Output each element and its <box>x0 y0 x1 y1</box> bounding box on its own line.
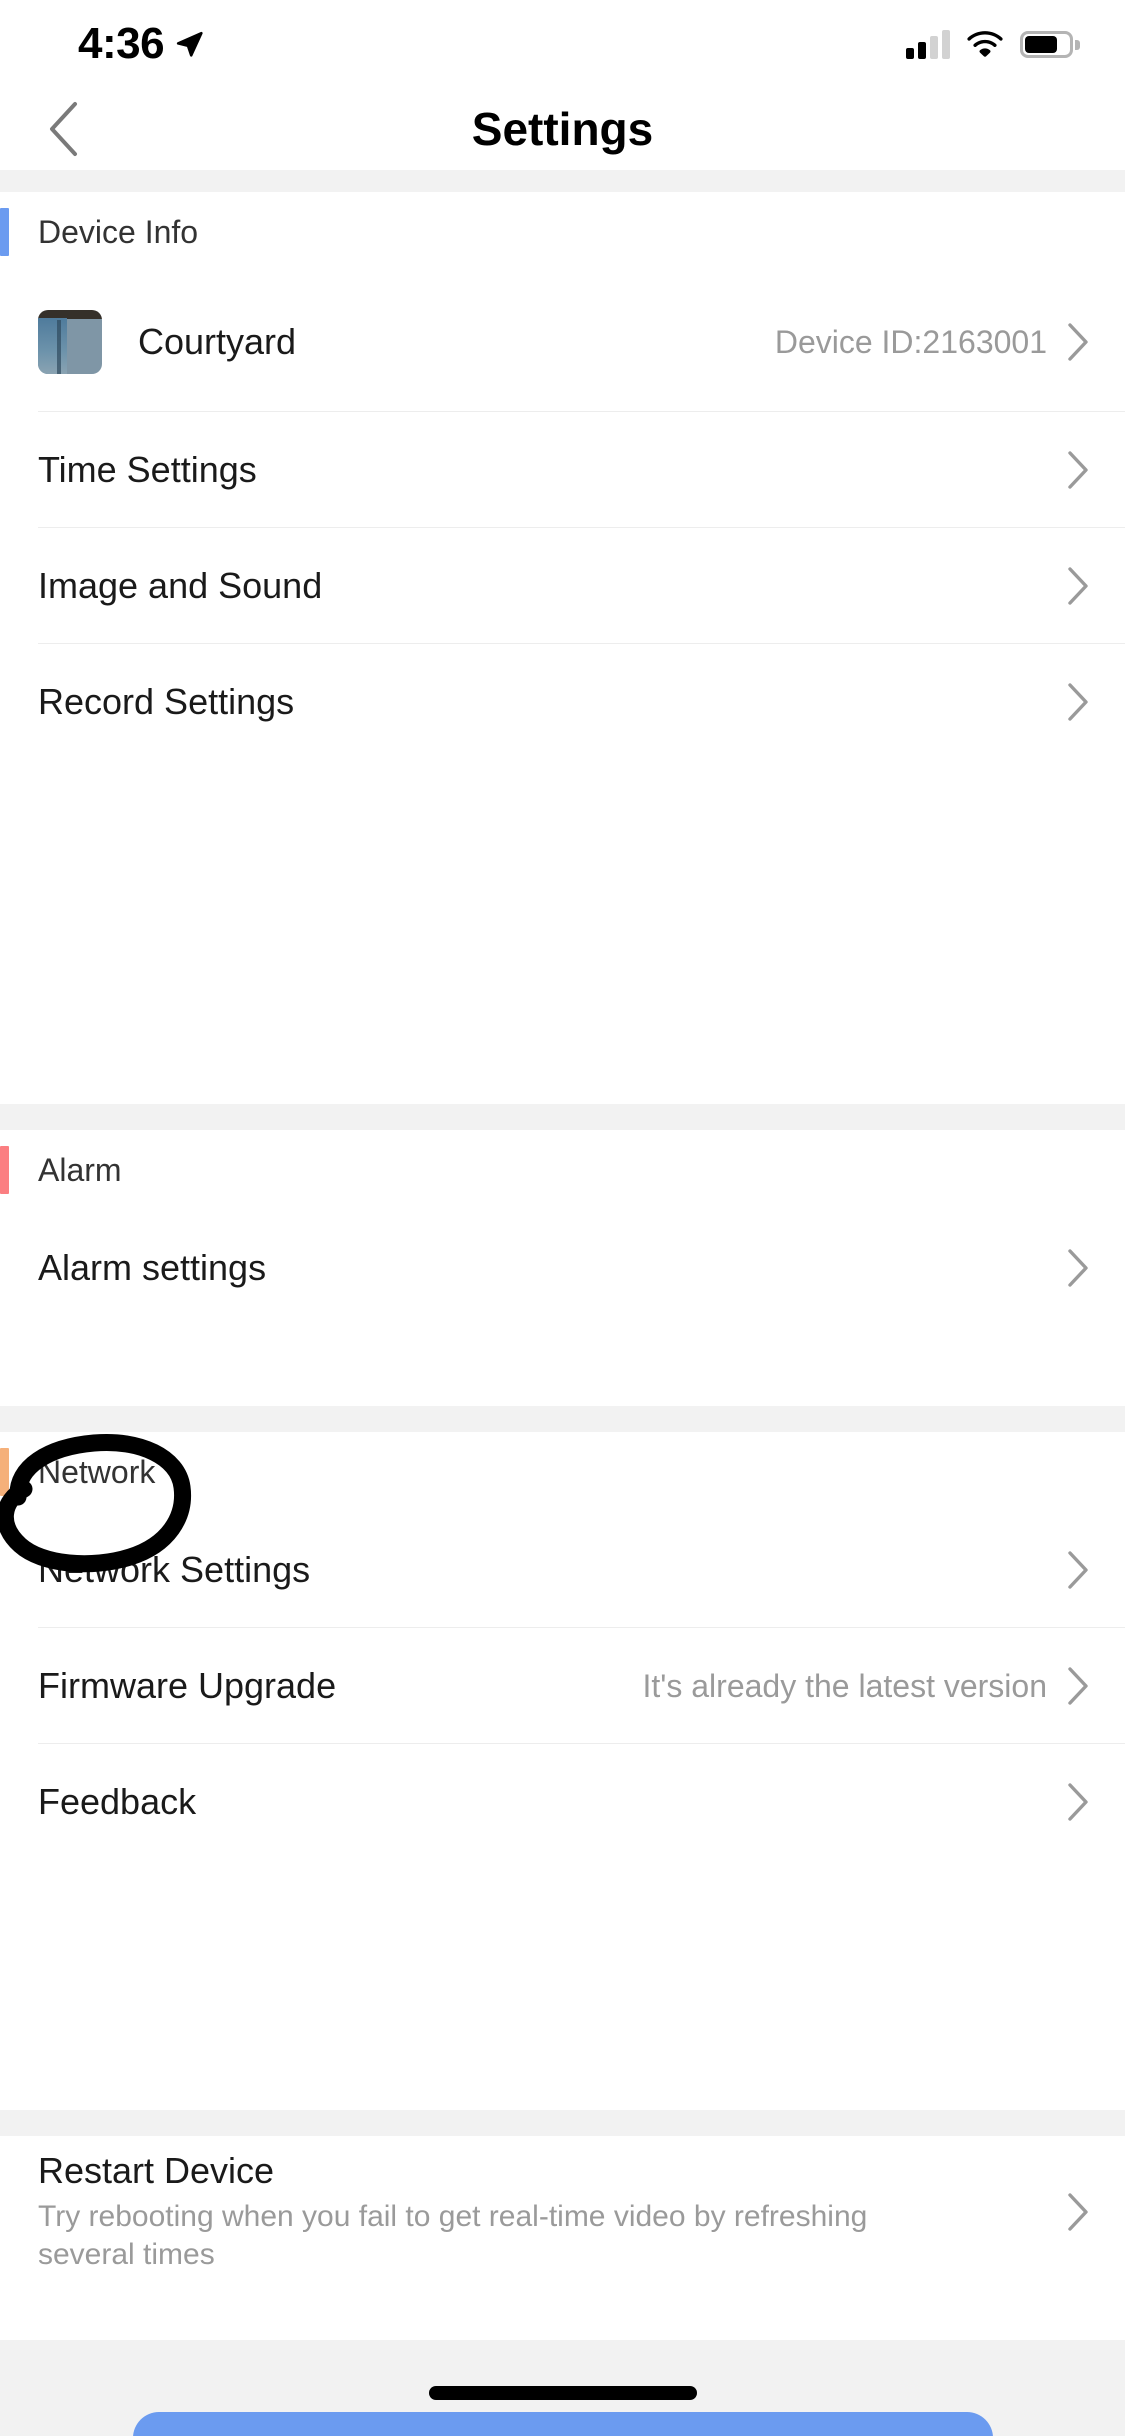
cellular-signal-icon <box>906 29 950 59</box>
row-label: Image and Sound <box>38 565 323 606</box>
section-gap <box>0 1104 1125 1130</box>
chevron-right-icon <box>1061 1782 1095 1822</box>
row-record-settings[interactable]: Record Settings <box>0 644 1125 760</box>
chevron-right-icon <box>1061 566 1095 606</box>
section-accent-bar <box>0 1146 9 1194</box>
status-bar-left: 4:36 <box>78 19 204 69</box>
section-header-label: Network <box>38 1453 156 1490</box>
back-button[interactable] <box>30 96 96 162</box>
section-gap <box>0 170 1125 192</box>
location-arrow-icon <box>176 31 203 57</box>
row-label: Alarm settings <box>38 1247 267 1288</box>
row-label: Network Settings <box>38 1549 311 1590</box>
firmware-status-value: It's already the latest version <box>642 1667 1047 1704</box>
status-bar-right <box>906 29 1080 59</box>
row-feedback[interactable]: Feedback <box>0 1744 1125 1860</box>
status-bar-time: 4:36 <box>78 19 165 68</box>
status-bar: 4:36 <box>0 0 1125 88</box>
phone-screen: 4:36 Settings Device Info Courtyard Devi… <box>0 0 1125 2436</box>
row-network-settings[interactable]: Network Settings <box>0 1512 1125 1628</box>
section-header-network: Network <box>0 1432 1125 1512</box>
row-label: Record Settings <box>38 681 295 722</box>
section-network: Network Network Settings Firmware Upgrad… <box>0 1432 1125 1860</box>
section-restart: Restart Device Try rebooting when you fa… <box>0 2136 1125 2291</box>
page-title: Settings <box>471 103 654 155</box>
section-header-label: Device Info <box>38 213 199 250</box>
section-accent-bar <box>0 1448 9 1496</box>
row-firmware-upgrade[interactable]: Firmware Upgrade It's already the latest… <box>0 1628 1125 1744</box>
home-indicator[interactable] <box>428 2386 697 2400</box>
row-restart-device[interactable]: Restart Device Try rebooting when you fa… <box>0 2136 1125 2291</box>
camera-snapshot-thumbnail <box>38 310 102 374</box>
row-image-and-sound[interactable]: Image and Sound <box>0 528 1125 644</box>
chevron-right-icon <box>1061 1666 1095 1706</box>
blue-action-button[interactable] <box>132 2412 993 2436</box>
row-label: Time Settings <box>38 449 257 490</box>
chevron-right-icon <box>1061 322 1095 362</box>
section-accent-bar <box>0 208 9 256</box>
section-gap <box>0 2110 1125 2136</box>
row-label: Restart Device <box>38 2150 275 2191</box>
battery-icon <box>1020 30 1080 58</box>
section-header-device-info: Device Info <box>0 192 1125 272</box>
chevron-right-icon <box>1061 2192 1095 2232</box>
row-description: Try rebooting when you fail to get real-… <box>38 2200 868 2271</box>
row-label: Courtyard <box>138 321 297 362</box>
section-device-info: Device Info Courtyard Device ID:2163001 … <box>0 192 1125 760</box>
section-gap <box>0 1406 1125 1432</box>
row-label: Feedback <box>38 1781 197 1822</box>
device-id-value: Device ID:2163001 <box>774 323 1047 360</box>
row-time-settings[interactable]: Time Settings <box>0 412 1125 528</box>
chevron-right-icon <box>1061 1550 1095 1590</box>
row-alarm-settings[interactable]: Alarm settings <box>0 1210 1125 1326</box>
chevron-left-icon <box>50 102 77 156</box>
section-header-alarm: Alarm <box>0 1130 1125 1210</box>
wifi-icon <box>967 31 1003 57</box>
row-courtyard[interactable]: Courtyard Device ID:2163001 <box>0 272 1125 412</box>
section-alarm: Alarm Alarm settings <box>0 1130 1125 1326</box>
chevron-right-icon <box>1061 450 1095 490</box>
chevron-right-icon <box>1061 1248 1095 1288</box>
section-header-label: Alarm <box>38 1151 122 1188</box>
chevron-right-icon <box>1061 682 1095 722</box>
navigation-bar: Settings <box>0 88 1125 170</box>
row-label: Firmware Upgrade <box>38 1665 337 1706</box>
